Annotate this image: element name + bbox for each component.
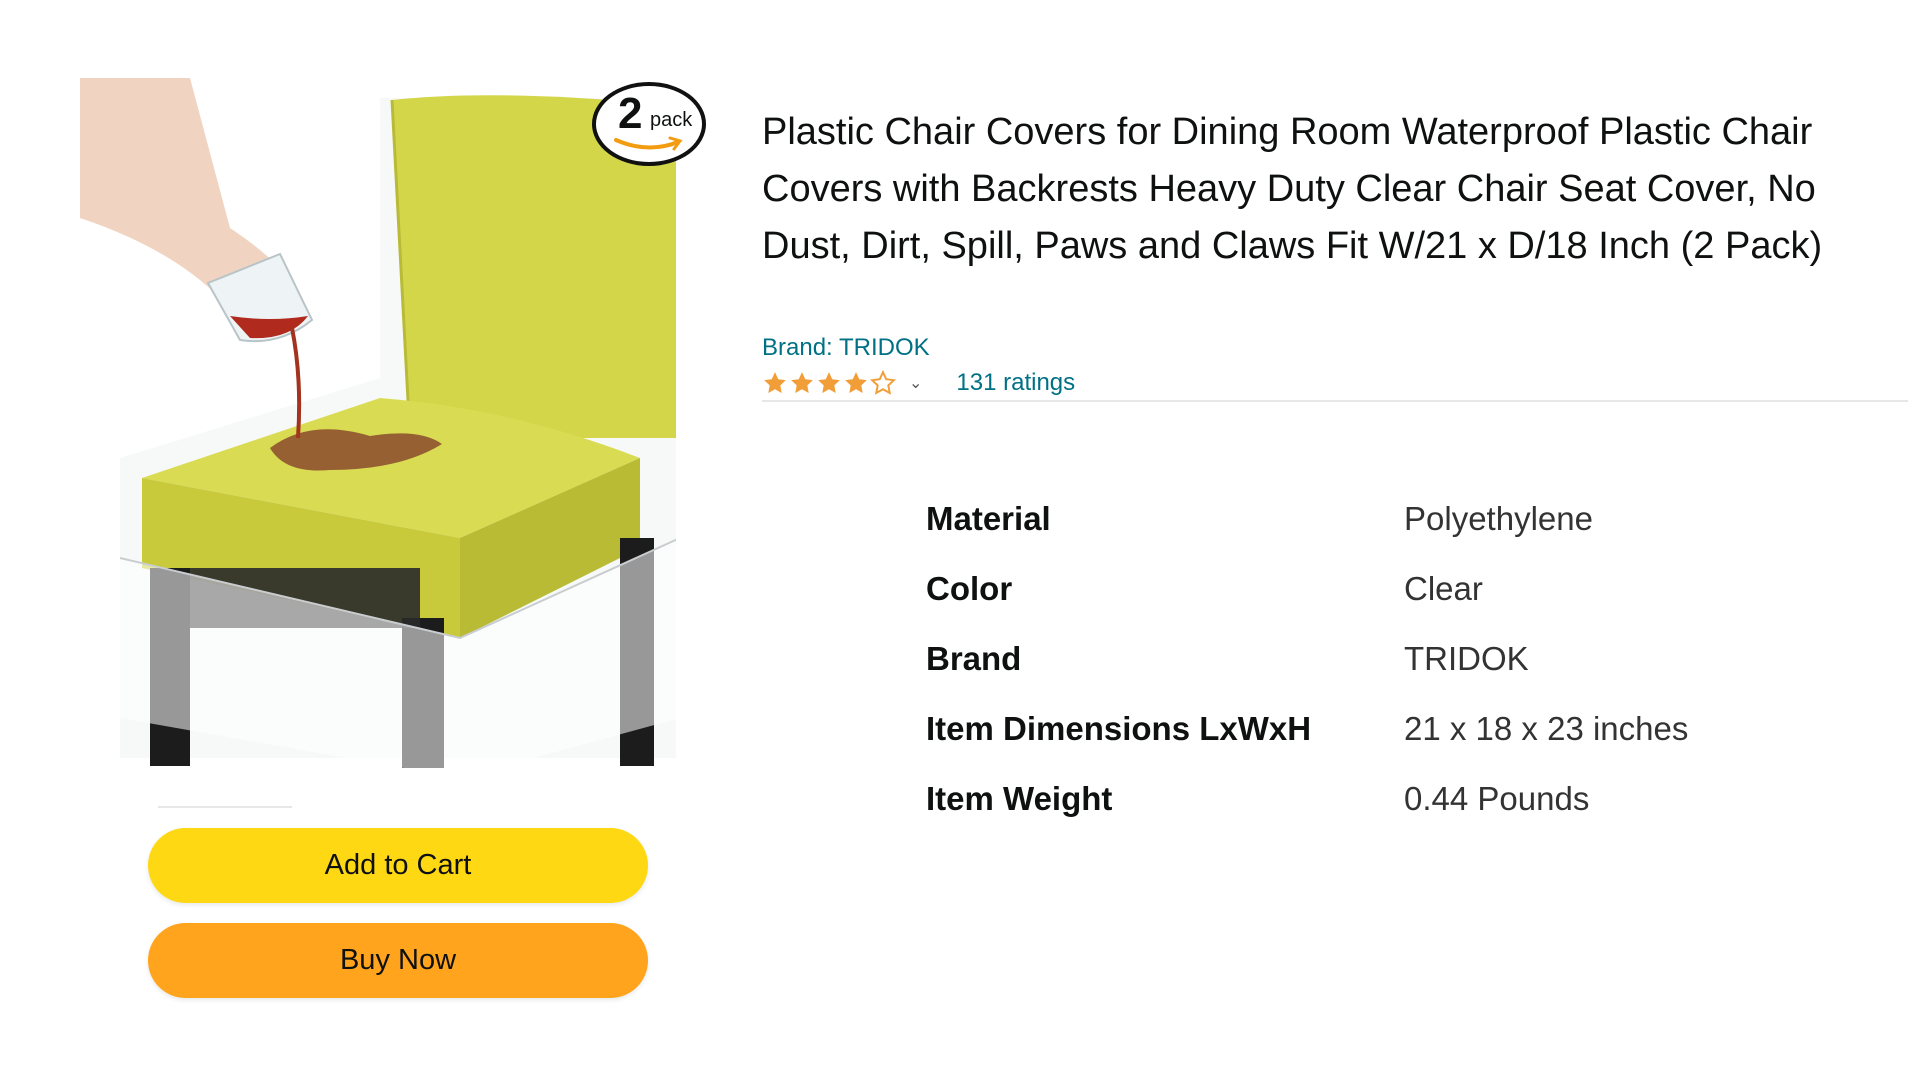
chair-illustration — [80, 78, 676, 776]
spec-value: 0.44 Pounds — [1404, 780, 1590, 817]
brand-link[interactable]: Brand: TRIDOK — [762, 334, 930, 362]
spec-value: TRIDOK — [1404, 640, 1529, 677]
spec-row-dimensions: Item Dimensions LxWxH 21 x 18 x 23 inche… — [926, 694, 1688, 764]
product-page: 2 pack Add to Cart Buy Now Plastic Chair… — [0, 0, 1920, 1080]
buy-now-button[interactable]: Buy Now — [148, 923, 648, 998]
add-to-cart-button[interactable]: Add to Cart — [148, 828, 648, 903]
pack-count: 2 — [618, 89, 643, 138]
star-rating[interactable] — [762, 370, 897, 396]
spec-value: Clear — [1404, 570, 1483, 607]
star-full-icon — [764, 372, 786, 393]
spec-key: Color — [926, 570, 1013, 607]
title-divider — [762, 400, 1908, 402]
spec-row-material: Material Polyethylene — [926, 484, 1688, 554]
smile-arrow-icon — [614, 136, 683, 151]
star-full-icon — [845, 372, 867, 393]
spec-row-weight: Item Weight 0.44 Pounds — [926, 764, 1688, 834]
pack-label: pack — [650, 109, 693, 131]
spec-key: Item Weight — [926, 780, 1113, 817]
spec-value: 21 x 18 x 23 inches — [1404, 710, 1689, 747]
star-full-icon — [818, 372, 840, 393]
spec-key: Item Dimensions LxWxH — [926, 710, 1312, 747]
thumbnail-divider — [158, 806, 292, 808]
spec-row-brand: Brand TRIDOK — [926, 624, 1688, 694]
two-pack-badge: 2 pack — [592, 82, 706, 166]
product-specs-table: Material Polyethylene Color Clear Brand … — [926, 484, 1688, 834]
star-full-icon — [791, 372, 813, 393]
product-title: Plastic Chair Covers for Dining Room Wat… — [762, 111, 1823, 267]
spec-row-color: Color Clear — [926, 554, 1688, 624]
spec-key: Brand — [926, 640, 1022, 677]
product-image[interactable] — [80, 78, 676, 776]
star-empty-icon — [870, 370, 896, 395]
rating-row: ⌄ 131 ratings — [762, 366, 1075, 400]
spec-key: Material — [926, 500, 1051, 537]
spec-value: Polyethylene — [1404, 500, 1593, 537]
rating-dropdown-chevron-icon[interactable]: ⌄ — [909, 373, 922, 393]
ratings-count-link[interactable]: 131 ratings — [956, 369, 1075, 397]
